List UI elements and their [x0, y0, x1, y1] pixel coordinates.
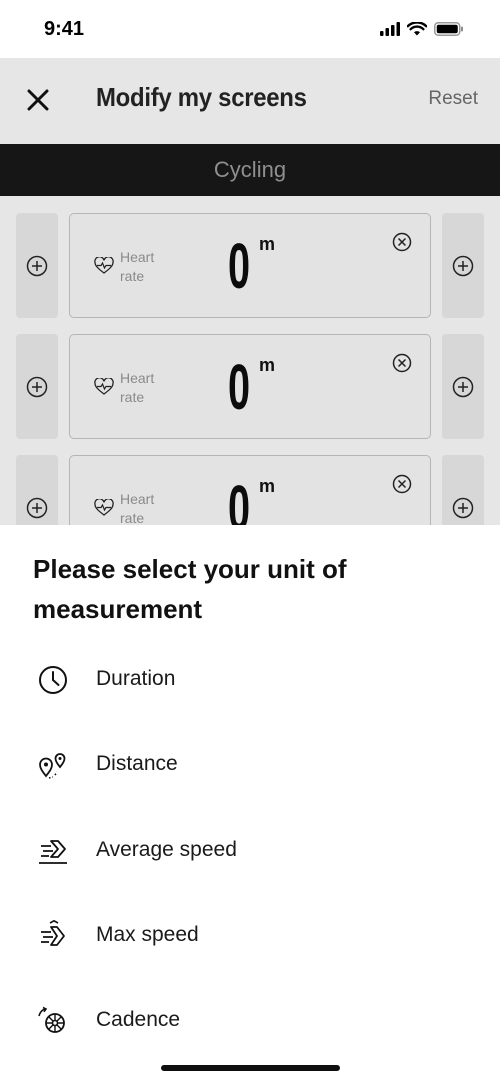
- average-speed-icon: [36, 834, 70, 868]
- heart-rate-icon: [94, 378, 114, 395]
- option-label: Distance: [96, 752, 178, 775]
- status-time: 9:41: [44, 18, 85, 40]
- status-bar: 9:41: [0, 0, 500, 58]
- add-right-button[interactable]: [442, 213, 484, 318]
- add-left-button[interactable]: [16, 213, 58, 318]
- metric-unit: m: [259, 234, 276, 254]
- page-title: Modify my screens: [96, 82, 307, 112]
- metric-label: Heart rate: [120, 370, 155, 405]
- screen-row: Heart rate 0 m: [0, 455, 500, 525]
- cellular-signal-icon: [380, 22, 400, 36]
- plus-circle-icon: [26, 497, 48, 518]
- home-indicator[interactable]: [161, 1065, 340, 1071]
- add-right-button[interactable]: [442, 455, 484, 525]
- sheet-title: Please select your unit of measurement: [33, 554, 347, 624]
- battery-icon: [434, 22, 463, 36]
- heart-rate-icon: [94, 257, 114, 274]
- max-speed-icon: [36, 919, 70, 953]
- clock-icon: [36, 663, 70, 697]
- screen-row: Heart rate 0 m: [0, 213, 500, 318]
- remove-circle-icon[interactable]: [392, 232, 412, 252]
- option-label: Average speed: [96, 838, 237, 861]
- metric-value: 0: [228, 230, 251, 302]
- modify-screens-background: Modify my screens Reset Cycling Heart ra…: [0, 58, 500, 525]
- metric-value: 0: [228, 351, 251, 423]
- sport-selector[interactable]: Cycling: [0, 144, 500, 196]
- close-button[interactable]: [22, 84, 54, 116]
- cadence-icon: [36, 1004, 70, 1038]
- metric-card[interactable]: Heart rate 0 m: [69, 213, 431, 318]
- route-pins-icon: [36, 748, 70, 782]
- metric-card[interactable]: Heart rate 0 m: [69, 334, 431, 439]
- option-duration[interactable]: Duration: [0, 651, 500, 711]
- sport-label: Cycling: [213, 157, 287, 182]
- plus-circle-icon: [26, 255, 48, 276]
- metric-label: Heart rate: [120, 249, 155, 284]
- plus-circle-icon: [452, 376, 474, 397]
- option-average-speed[interactable]: Average speed: [0, 822, 500, 882]
- metric-card[interactable]: Heart rate 0 m: [69, 455, 431, 525]
- option-max-speed[interactable]: Max speed: [0, 907, 500, 967]
- metric-unit: m: [259, 355, 276, 375]
- remove-circle-icon[interactable]: [392, 353, 412, 373]
- option-distance[interactable]: Distance: [0, 736, 500, 796]
- metric-value: 0: [228, 472, 251, 525]
- remove-circle-icon[interactable]: [392, 474, 412, 494]
- header: Modify my screens Reset: [0, 58, 500, 144]
- screen-row: Heart rate 0 m: [0, 334, 500, 439]
- unit-selection-sheet: Please select your unit of measurement D…: [0, 525, 500, 1083]
- option-label: Max speed: [96, 923, 199, 946]
- metric-unit: m: [259, 476, 276, 496]
- metric-label: Heart rate: [120, 491, 155, 525]
- close-icon: [27, 89, 49, 111]
- option-label: Duration: [96, 667, 176, 690]
- reset-button[interactable]: Reset: [428, 88, 478, 110]
- add-left-button[interactable]: [16, 455, 58, 525]
- add-left-button[interactable]: [16, 334, 58, 439]
- status-icons: [380, 22, 464, 36]
- plus-circle-icon: [26, 376, 48, 397]
- option-cadence[interactable]: Cadence: [0, 992, 500, 1052]
- add-right-button[interactable]: [442, 334, 484, 439]
- heart-rate-icon: [94, 499, 114, 516]
- plus-circle-icon: [452, 497, 474, 518]
- plus-circle-icon: [452, 255, 474, 276]
- option-label: Cadence: [96, 1008, 181, 1031]
- wifi-icon: [407, 22, 427, 36]
